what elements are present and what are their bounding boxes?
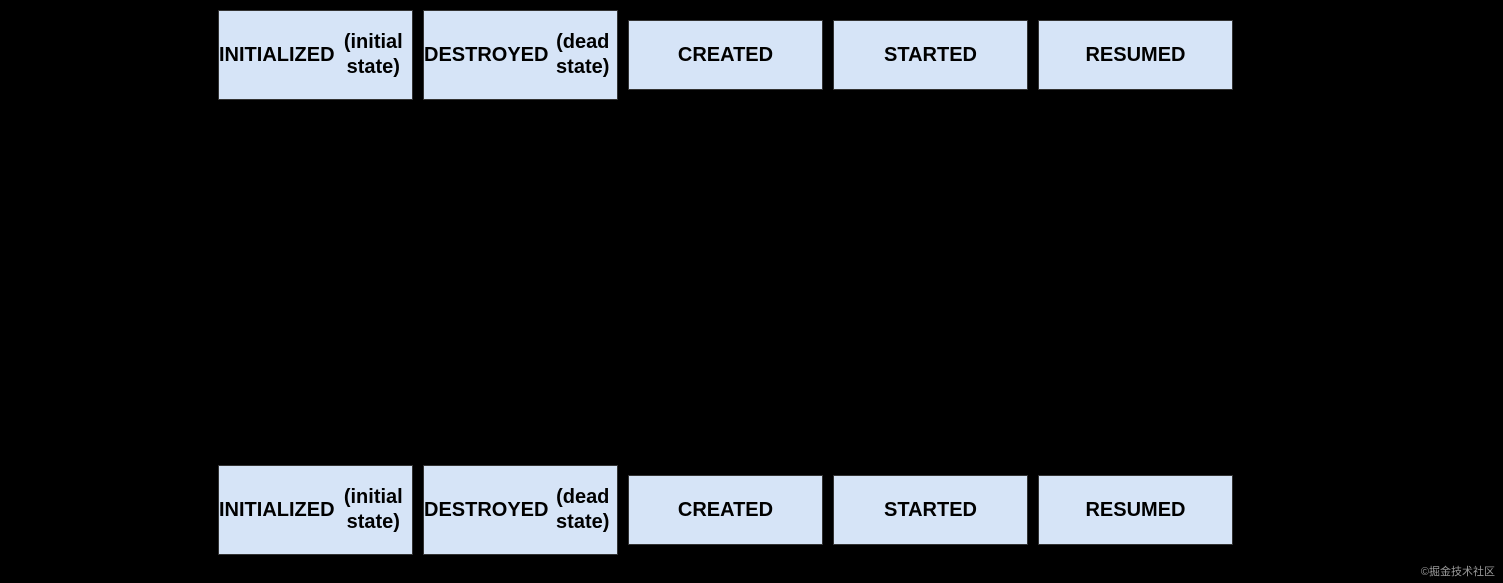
state-started-top: STARTED: [833, 20, 1028, 90]
row-bottom: INITIALIZED (initial state) DESTROYED (d…: [0, 465, 1503, 555]
state-resumed-bottom: RESUMED: [1038, 475, 1233, 545]
state-started-bottom: STARTED: [833, 475, 1028, 545]
state-destroyed-top: DESTROYED (dead state): [423, 10, 618, 100]
watermark: ©掘金技术社区: [1421, 563, 1495, 579]
state-initialized-top: INITIALIZED (initial state): [218, 10, 413, 100]
state-destroyed-bottom: DESTROYED (dead state): [423, 465, 618, 555]
state-initialized-bottom: INITIALIZED (initial state): [218, 465, 413, 555]
state-created-top: CREATED: [628, 20, 823, 90]
state-created-bottom: CREATED: [628, 475, 823, 545]
row-top: INITIALIZED (initial state) DESTROYED (d…: [0, 10, 1503, 100]
state-resumed-top: RESUMED: [1038, 20, 1233, 90]
diagram-container: INITIALIZED (initial state) DESTROYED (d…: [0, 0, 1503, 583]
